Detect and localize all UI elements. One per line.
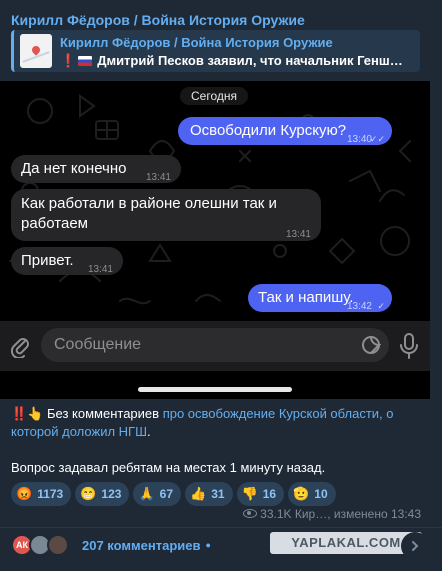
reaction-count: 16 — [262, 487, 277, 501]
folded-hands-icon: 🙏 — [138, 486, 155, 501]
message-bubble-out[interactable]: Так и напишу. 13:42 ✓ — [248, 284, 392, 312]
chat-screenshot: Сегодня Освободили Курскую? 13:40 ✓✓ Да … — [0, 81, 430, 399]
chevron-right-button[interactable] — [401, 532, 429, 560]
caption-text: Без комментариев — [47, 406, 163, 421]
forwarded-text-body: Дмитрий Песков заявил, что начальник Ген… — [97, 53, 403, 68]
divider — [0, 527, 442, 528]
edited-label: , изменено 13:43 — [327, 507, 421, 521]
view-count: 33.1K — [260, 507, 292, 521]
post-author: Кир… — [294, 507, 328, 521]
reactions-bar: 😡 1173 😁 123 🙏 67 👍 31 👎 16 🫡 10 — [11, 482, 336, 506]
pointing-up-icon: 👆 — [27, 406, 44, 421]
home-indicator — [138, 387, 292, 392]
reaction-grin[interactable]: 😁 123 — [75, 482, 130, 506]
post-caption: ‼️👆 Без комментариев про освобождение Ку… — [11, 406, 394, 439]
paperclip-icon[interactable] — [9, 334, 31, 358]
reaction-angry[interactable]: 😡 1173 — [11, 482, 72, 506]
message-text: Как работали в районе олешни так и работ… — [21, 195, 277, 232]
exclamation-icon: ❗ — [60, 53, 77, 68]
message-composer — [0, 321, 430, 371]
thumbs-down-icon: 👎 — [241, 486, 258, 501]
reaction-thumbs-up[interactable]: 👍 31 — [185, 482, 233, 506]
eye-icon — [243, 509, 258, 518]
message-bubble-out[interactable]: Освободили Курскую? 13:40 ✓✓ — [178, 117, 392, 145]
message-time: 13:41 — [285, 229, 311, 240]
caption-line-2: Вопрос задавал ребятам на местах 1 минут… — [11, 460, 326, 475]
thumbs-up-icon: 👍 — [190, 486, 207, 501]
map-thumbnail — [20, 34, 52, 68]
sticker-icon[interactable] — [361, 335, 381, 355]
message-time: 13:40 — [346, 134, 372, 145]
avatar — [47, 534, 69, 556]
message-bubble-in[interactable]: Да нет конечно 13:41 — [11, 155, 181, 183]
date-separator: Сегодня — [180, 87, 248, 105]
double-check-icon: ✓✓ — [369, 134, 385, 144]
post-meta: 33.1K Кир…, изменено 13:43 — [243, 507, 421, 521]
russia-flag-icon — [78, 56, 93, 66]
watermark-logo: YAPLAKAL.COM — [270, 532, 422, 554]
message-time: 13:41 — [87, 264, 113, 275]
unread-dot-icon: ● — [205, 540, 211, 550]
check-icon: ✓ — [377, 301, 385, 311]
reaction-pray[interactable]: 🙏 67 — [133, 482, 181, 506]
angry-face-icon: 😡 — [16, 486, 33, 501]
reaction-salute[interactable]: 🫡 10 — [288, 482, 336, 506]
channel-name[interactable]: Кирилл Фёдоров / Война История Оружие — [11, 12, 305, 28]
reaction-count: 10 — [314, 487, 328, 501]
double-exclamation-icon: ‼️ — [11, 406, 28, 421]
reaction-thumbs-down[interactable]: 👎 16 — [236, 482, 285, 506]
reaction-count: 1173 — [37, 487, 64, 501]
microphone-icon[interactable] — [398, 332, 420, 360]
reaction-count: 31 — [211, 487, 225, 501]
forwarded-text: ❗ Дмитрий Песков заявил, что начальник Ге… — [60, 53, 403, 69]
commenter-avatars: АК — [11, 534, 75, 556]
post-card: Кирилл Фёдоров / Война История Оружие Ки… — [0, 0, 442, 571]
forwarded-post-preview[interactable]: Кирилл Фёдоров / Война История Оружие ❗ Д… — [11, 30, 420, 72]
message-input[interactable] — [41, 328, 389, 362]
reaction-count: 123 — [101, 487, 122, 501]
grinning-face-icon: 😁 — [80, 486, 97, 501]
forwarded-title: Кирилл Фёдоров / Война История Оружие — [60, 35, 333, 50]
reaction-count: 67 — [159, 487, 173, 501]
chevron-right-icon — [412, 541, 419, 551]
message-bubble-in[interactable]: Привет. 13:41 — [11, 247, 123, 275]
comments-button[interactable]: 207 комментариев ● — [82, 538, 211, 553]
message-time: 13:41 — [145, 172, 171, 183]
message-time: 13:42 — [346, 301, 372, 312]
salute-icon: 🫡 — [293, 486, 310, 501]
message-bubble-in[interactable]: Как работали в районе олешни так и работ… — [11, 189, 321, 241]
